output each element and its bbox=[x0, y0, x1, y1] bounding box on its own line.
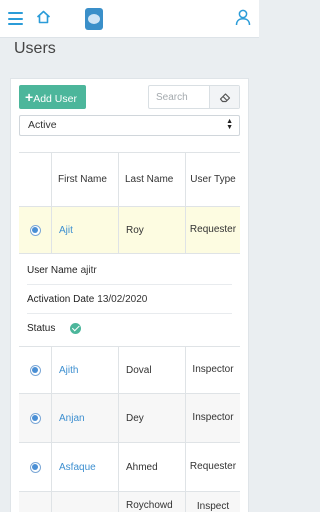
header-last-name[interactable]: Last Name bbox=[119, 153, 186, 206]
user-type-cell: Inspect bbox=[196, 501, 230, 512]
detail-username: User Name ajitr bbox=[27, 256, 232, 285]
users-card: +Add User Active ▲▼ First Name Last Name… bbox=[10, 78, 249, 512]
header-user-type[interactable]: User Type bbox=[186, 153, 240, 206]
page-title: Users bbox=[14, 40, 56, 57]
first-name-link[interactable]: Asfaque bbox=[59, 462, 96, 473]
first-name-cell: Asfaque bbox=[52, 443, 119, 491]
user-type-cell: Requester bbox=[189, 461, 237, 472]
last-name-cell: Ahmed bbox=[119, 443, 186, 491]
top-bar bbox=[0, 0, 259, 38]
table-row[interactable]: Ajith Doval Inspector bbox=[19, 346, 240, 394]
table-row[interactable]: Roychowd Inspect bbox=[19, 492, 240, 512]
activation-label: Activation Date bbox=[27, 293, 95, 305]
first-name-link[interactable]: Ajith bbox=[59, 365, 78, 376]
detail-status: Status bbox=[27, 314, 232, 342]
first-name-cell: Ajit bbox=[52, 207, 119, 253]
last-name-cell: Roychowd bbox=[119, 492, 186, 512]
eraser-icon[interactable] bbox=[209, 86, 239, 108]
row-radio[interactable] bbox=[29, 224, 41, 236]
table-row[interactable]: Asfaque Ahmed Requester bbox=[19, 443, 240, 492]
row-select-cell bbox=[19, 207, 52, 253]
home-icon[interactable] bbox=[36, 10, 51, 29]
username-label: User Name bbox=[27, 264, 78, 276]
last-name-cell: Dey bbox=[119, 394, 186, 442]
row-select-cell bbox=[19, 492, 52, 512]
row-select-cell bbox=[19, 347, 52, 393]
last-name-cell: Doval bbox=[119, 347, 186, 393]
plus-icon: + bbox=[25, 89, 34, 105]
user-details-panel: User Name ajitr Activation Date 13/02/2020… bbox=[19, 254, 240, 346]
header-first-name[interactable]: First Name bbox=[52, 153, 119, 206]
app-logo[interactable] bbox=[85, 8, 103, 30]
row-radio[interactable] bbox=[29, 461, 41, 473]
status-filter-value: Active bbox=[28, 119, 57, 131]
header-select-cell bbox=[19, 153, 52, 206]
add-user-label: Add User bbox=[33, 93, 77, 105]
activation-value: 13/02/2020 bbox=[97, 293, 148, 305]
first-name-link[interactable]: Ajit bbox=[59, 225, 73, 236]
row-radio[interactable] bbox=[29, 364, 41, 376]
user-profile-icon[interactable] bbox=[235, 9, 251, 31]
select-caret-icon: ▲ ▼ bbox=[226, 118, 233, 131]
status-check-icon bbox=[70, 322, 82, 334]
first-name-cell bbox=[52, 492, 119, 512]
row-select-cell bbox=[19, 443, 52, 491]
username-value: ajitr bbox=[80, 264, 97, 276]
add-user-button[interactable]: +Add User bbox=[19, 85, 86, 109]
first-name-link[interactable]: Anjan bbox=[59, 413, 85, 424]
last-name-cell: Roy bbox=[119, 207, 186, 253]
hamburger-menu-icon[interactable] bbox=[8, 12, 23, 25]
status-label: Status bbox=[27, 322, 56, 334]
detail-activation: Activation Date 13/02/2020 bbox=[27, 285, 232, 314]
row-radio[interactable] bbox=[29, 412, 41, 424]
search-input[interactable] bbox=[149, 86, 209, 108]
row-select-cell bbox=[19, 394, 52, 442]
status-filter-select[interactable]: Active ▲ ▼ bbox=[19, 115, 240, 136]
first-name-cell: Anjan bbox=[52, 394, 119, 442]
user-type-cell: Inspector bbox=[192, 364, 234, 375]
user-type-cell: Inspector bbox=[192, 412, 234, 423]
first-name-cell: Ajith bbox=[52, 347, 119, 393]
search-box bbox=[148, 85, 240, 109]
table-header-row: First Name Last Name User Type bbox=[19, 152, 240, 207]
table-row[interactable]: Anjan Dey Inspector bbox=[19, 394, 240, 443]
table-row[interactable]: Ajit Roy Requester bbox=[19, 207, 240, 254]
user-type-cell: Requester bbox=[189, 224, 237, 235]
